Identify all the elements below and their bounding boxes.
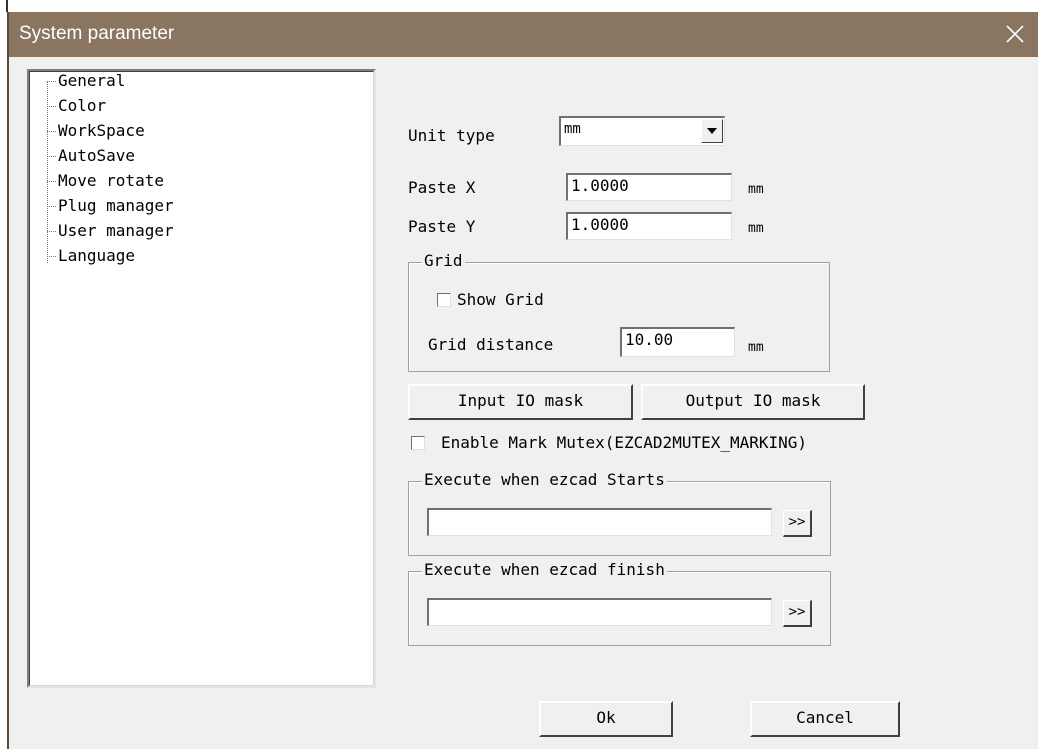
tree-item-label: AutoSave bbox=[58, 146, 136, 165]
tree-item-move-rotate[interactable]: Move rotate bbox=[47, 171, 164, 191]
tree-item-label: User manager bbox=[58, 221, 174, 240]
grid-group-title: Grid bbox=[422, 251, 465, 271]
tree-item-label: General bbox=[58, 71, 126, 90]
exec-start-title: Execute when ezcad Starts bbox=[422, 470, 667, 490]
tree-item-label: WorkSpace bbox=[58, 121, 145, 140]
exec-finish-title: Execute when ezcad finish bbox=[422, 560, 667, 580]
paste-y-input[interactable]: 1.0000 bbox=[566, 212, 732, 240]
mark-mutex-checkbox[interactable] bbox=[411, 436, 425, 450]
grid-distance-label: Grid distance bbox=[428, 335, 554, 354]
input-io-mask-button[interactable]: Input IO mask bbox=[408, 384, 633, 420]
tree-connector bbox=[47, 246, 56, 257]
mark-mutex-label: Enable Mark Mutex(EZCAD2MUTEX_MARKING) bbox=[441, 433, 808, 452]
grid-group bbox=[408, 262, 830, 372]
title-bar[interactable]: System parameter bbox=[9, 12, 1038, 57]
tree-connector bbox=[47, 71, 56, 82]
paste-y-label: Paste Y bbox=[408, 217, 476, 236]
show-grid-label: Show Grid bbox=[457, 290, 544, 309]
exec-start-input[interactable] bbox=[427, 508, 772, 536]
paste-x-input[interactable]: 1.0000 bbox=[566, 173, 732, 201]
paste-x-label: Paste X bbox=[408, 178, 476, 197]
window-title: System parameter bbox=[19, 23, 175, 44]
show-grid-checkbox[interactable] bbox=[437, 293, 451, 307]
tree-item-general[interactable]: General bbox=[47, 71, 125, 91]
tree-connector bbox=[47, 121, 56, 132]
close-icon[interactable] bbox=[992, 12, 1038, 57]
tree-connector bbox=[47, 146, 56, 157]
page-edge-line bbox=[6, 0, 8, 12]
paste-y-unit: mm bbox=[748, 221, 764, 236]
unit-type-value: mm bbox=[564, 121, 581, 137]
tree-connector bbox=[47, 171, 56, 182]
tree-item-workspace[interactable]: WorkSpace bbox=[47, 121, 145, 141]
grid-distance-input[interactable]: 10.00 bbox=[620, 327, 735, 357]
tree-item-label: Move rotate bbox=[58, 171, 164, 190]
tree-item-user-manager[interactable]: User manager bbox=[47, 221, 174, 241]
tree-connector bbox=[47, 96, 56, 107]
tree-item-autosave[interactable]: AutoSave bbox=[47, 146, 135, 166]
tree-item-label: Language bbox=[58, 246, 136, 265]
tree-connector bbox=[47, 196, 56, 207]
unit-type-label: Unit type bbox=[408, 126, 495, 145]
unit-type-select[interactable]: mm bbox=[559, 116, 725, 146]
exec-finish-input[interactable] bbox=[427, 598, 772, 626]
cancel-button[interactable]: Cancel bbox=[750, 701, 900, 737]
tree-item-label: Plug manager bbox=[58, 196, 174, 215]
chevron-down-icon[interactable] bbox=[701, 119, 723, 143]
tree-item-color[interactable]: Color bbox=[47, 96, 106, 116]
page-edge bbox=[0, 0, 7, 749]
tree-item-plug-manager[interactable]: Plug manager bbox=[47, 196, 174, 216]
settings-tree[interactable]: General Color WorkSpace AutoSave Move ro… bbox=[27, 69, 376, 688]
exec-start-browse-button[interactable]: >> bbox=[783, 510, 812, 537]
exec-finish-browse-button[interactable]: >> bbox=[783, 600, 812, 627]
paste-x-unit: mm bbox=[748, 182, 764, 197]
tree-item-label: Color bbox=[58, 96, 107, 115]
tree-item-language[interactable]: Language bbox=[47, 246, 135, 266]
tree-connector bbox=[47, 221, 56, 232]
output-io-mask-button[interactable]: Output IO mask bbox=[641, 384, 865, 420]
ok-button[interactable]: Ok bbox=[539, 701, 673, 737]
grid-distance-unit: mm bbox=[748, 340, 764, 355]
